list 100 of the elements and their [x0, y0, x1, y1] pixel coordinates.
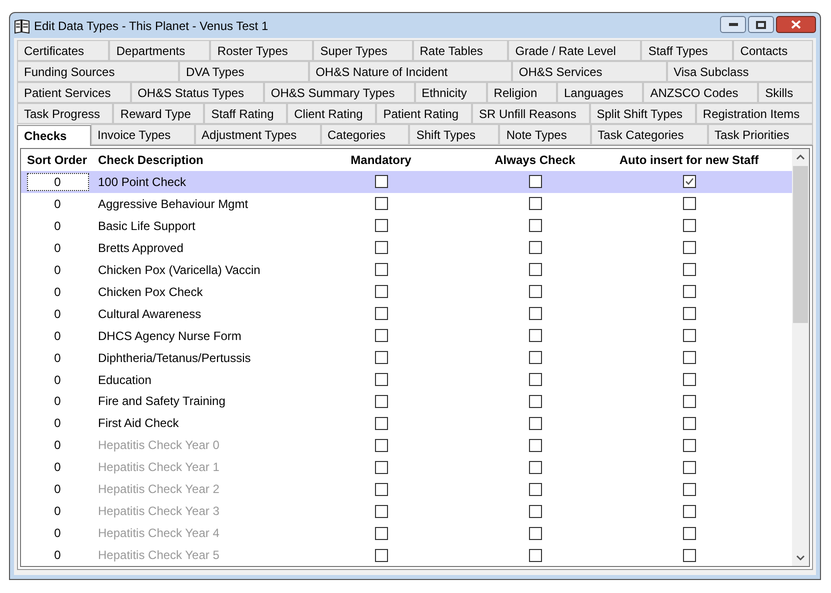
maximize-button[interactable] [748, 16, 774, 33]
checkbox[interactable] [528, 285, 542, 298]
tab[interactable]: Skills [758, 82, 813, 103]
checkbox[interactable] [682, 394, 696, 408]
tab[interactable]: Patient Services [17, 82, 131, 103]
sort-order-cell[interactable]: 0 [26, 282, 88, 301]
sort-order-cell[interactable]: 0 [26, 326, 88, 345]
minimize-button[interactable] [720, 16, 746, 33]
sort-order-cell[interactable]: 0 [26, 436, 88, 454]
checkbox[interactable] [682, 219, 696, 232]
checkbox[interactable] [528, 241, 542, 254]
tab[interactable]: Adjustment Types [194, 124, 321, 145]
tab[interactable]: OH&S Status Types [130, 82, 264, 103]
checkbox[interactable] [528, 329, 542, 342]
tab[interactable]: Staff Rating [204, 103, 288, 124]
checkbox[interactable] [374, 438, 388, 452]
checkbox[interactable] [682, 504, 696, 518]
checkbox[interactable] [528, 526, 542, 540]
tab[interactable]: Roster Types [210, 40, 314, 61]
tab[interactable]: Note Types [499, 124, 591, 145]
checkbox[interactable] [528, 394, 542, 408]
tab[interactable]: Visa Subclass [666, 61, 813, 82]
tab[interactable]: DVA Types [179, 61, 309, 82]
sort-order-cell[interactable]: 0 [26, 260, 88, 279]
checkbox[interactable] [374, 394, 388, 408]
checkbox[interactable] [682, 263, 696, 276]
tab[interactable]: Reward Type [113, 103, 204, 124]
sort-order-cell[interactable]: 0 [26, 172, 88, 191]
checkbox[interactable] [528, 438, 542, 452]
checkbox[interactable] [682, 482, 696, 496]
sort-order-cell[interactable]: 0 [26, 502, 88, 520]
tab[interactable]: ANZSCO Codes [643, 82, 758, 103]
tab[interactable]: Ethnicity [414, 82, 487, 103]
sort-order-cell[interactable]: 0 [26, 194, 88, 213]
tab[interactable]: Task Progress [17, 103, 114, 124]
column-header[interactable]: Auto insert for new Staff [612, 150, 766, 169]
tab[interactable]: Religion [486, 82, 557, 103]
checkbox[interactable] [528, 175, 542, 188]
scroll-thumb[interactable] [793, 166, 808, 323]
checkbox[interactable] [374, 197, 388, 210]
checkbox[interactable] [374, 373, 388, 386]
checkbox[interactable] [682, 438, 696, 452]
column-header[interactable]: Mandatory [304, 150, 458, 169]
checkbox[interactable] [374, 329, 388, 342]
tab[interactable]: Super Types [313, 40, 413, 61]
tab[interactable]: Certificates [17, 40, 110, 61]
checkbox[interactable] [528, 219, 542, 232]
sort-order-cell[interactable]: 0 [26, 370, 88, 388]
column-header[interactable]: Check Description [94, 150, 304, 169]
tab[interactable]: Rate Tables [412, 40, 508, 61]
tab[interactable]: OH&S Nature of Incident [308, 61, 512, 82]
tab[interactable]: Client Rating [287, 103, 376, 124]
sort-order-cell[interactable]: 0 [26, 348, 88, 367]
checkbox[interactable] [682, 175, 696, 188]
checkbox[interactable] [528, 307, 542, 320]
tab[interactable]: Task Priorities [708, 124, 814, 145]
checkbox[interactable] [374, 241, 388, 254]
tab[interactable]: Staff Types [641, 40, 734, 61]
checkbox[interactable] [528, 548, 542, 562]
sort-order-cell[interactable]: 0 [26, 414, 88, 432]
sort-order-cell[interactable]: 0 [26, 458, 88, 476]
checkbox[interactable] [528, 460, 542, 474]
tab[interactable]: Languages [556, 82, 644, 103]
checkbox[interactable] [374, 263, 388, 276]
checkbox[interactable] [528, 416, 542, 430]
close-button[interactable] [776, 16, 816, 33]
checkbox[interactable] [374, 504, 388, 518]
checkbox[interactable] [528, 351, 542, 364]
tab[interactable]: OH&S Services [512, 61, 667, 82]
checkbox[interactable] [374, 416, 388, 430]
checkbox[interactable] [528, 504, 542, 518]
checkbox[interactable] [374, 548, 388, 562]
sort-order-cell[interactable]: 0 [26, 524, 88, 542]
column-header[interactable]: Always Check [458, 150, 612, 169]
checkbox[interactable] [374, 482, 388, 496]
checkbox[interactable] [374, 351, 388, 364]
checkbox[interactable] [682, 241, 696, 254]
sort-order-cell[interactable]: 0 [26, 480, 88, 498]
tab[interactable]: Grade / Rate Level [508, 40, 642, 61]
sort-order-cell[interactable]: 0 [26, 238, 88, 257]
tab[interactable]: SR Unfill Reasons [472, 103, 590, 124]
checkbox[interactable] [528, 197, 542, 210]
checkbox[interactable] [374, 285, 388, 298]
tab[interactable]: Categories [320, 124, 410, 145]
table-row[interactable]: 0 100 Point Check [21, 170, 792, 193]
checkbox[interactable] [374, 526, 388, 540]
tab[interactable]: Task Categories [590, 124, 708, 145]
checkbox[interactable] [682, 526, 696, 540]
tab[interactable]: Split Shift Types [590, 103, 696, 124]
checkbox[interactable] [682, 285, 696, 298]
tab[interactable]: Registration Items [696, 103, 813, 124]
checkbox[interactable] [682, 351, 696, 364]
checkbox[interactable] [682, 548, 696, 562]
tab[interactable]: Contacts [733, 40, 813, 61]
tab[interactable]: Invoice Types [90, 124, 195, 145]
checkbox[interactable] [374, 219, 388, 232]
checkbox[interactable] [682, 307, 696, 320]
tab[interactable]: OH&S Summary Types [264, 82, 415, 103]
column-header[interactable]: Sort Order [21, 150, 94, 169]
checkbox[interactable] [374, 307, 388, 320]
